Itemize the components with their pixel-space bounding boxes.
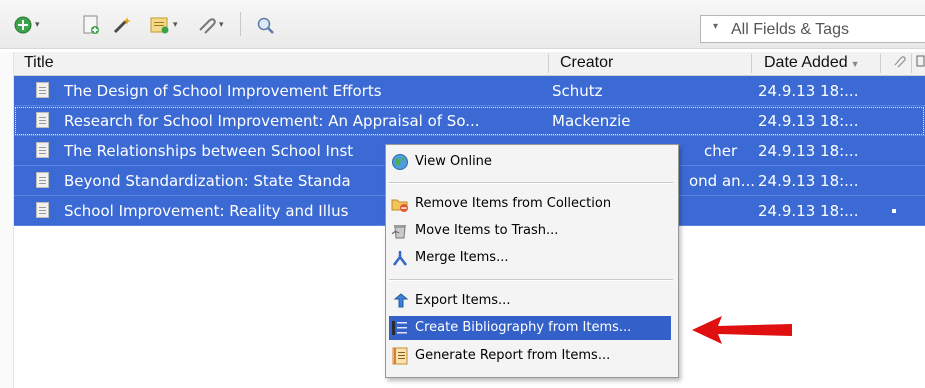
paperclip-icon xyxy=(199,18,216,34)
unread-dot-icon xyxy=(892,209,896,213)
row-date-added: 24.9.13 18:... xyxy=(758,82,859,100)
toolbar-separator xyxy=(240,12,241,36)
column-picker-icon[interactable] xyxy=(916,54,925,73)
menu-separator xyxy=(389,182,673,184)
new-note-dropdown-icon xyxy=(150,17,169,34)
menu-separator xyxy=(389,279,673,281)
globe-icon xyxy=(392,154,408,170)
new-note-button[interactable]: ▾ xyxy=(150,14,178,36)
row-date-added: 24.9.13 18:... xyxy=(758,172,859,190)
row-title: The Relationships between School Inst xyxy=(64,142,354,160)
menu-item-remove-from-collection[interactable]: Remove Items from Collection xyxy=(389,192,671,216)
items-list-header: Title Creator Date Added ▼ xyxy=(14,52,925,76)
menu-item-export-items[interactable]: Export Items... xyxy=(389,289,671,313)
menu-item-create-bibliography[interactable]: Create Bibliography from Items... xyxy=(389,316,671,340)
sort-descending-icon: ▼ xyxy=(850,59,860,69)
table-row[interactable]: Research for School Improvement: An Appr… xyxy=(14,106,925,136)
annotation-arrow-icon xyxy=(692,316,792,344)
lookup-button[interactable] xyxy=(112,14,134,36)
column-divider[interactable] xyxy=(751,54,752,73)
document-icon xyxy=(36,172,49,188)
chevron-down-icon: ▾ xyxy=(219,20,224,30)
search-input[interactable] xyxy=(729,17,923,43)
column-divider[interactable] xyxy=(548,54,549,73)
table-row[interactable]: The Design of School Improvement Efforts… xyxy=(14,76,925,106)
search-box: ▾ xyxy=(700,15,925,43)
wand-icon xyxy=(113,17,131,34)
menu-item-label: Generate Report from Items... xyxy=(415,348,611,363)
bibliography-list-icon xyxy=(392,321,407,335)
context-menu: View Online Remove Items from Collection… xyxy=(385,144,679,378)
folder-remove-icon xyxy=(391,199,408,212)
chevron-down-icon: ▾ xyxy=(35,20,40,30)
new-item-from-identifier-button[interactable] xyxy=(82,14,100,36)
row-creator: Mackenzie xyxy=(552,112,631,130)
export-arrow-icon xyxy=(393,293,409,308)
document-icon xyxy=(36,202,49,218)
row-title: School Improvement: Reality and Illus xyxy=(64,202,349,220)
menu-item-view-online[interactable]: View Online xyxy=(389,150,671,174)
column-divider[interactable] xyxy=(911,54,912,73)
search-mode-dropdown-icon[interactable]: ▾ xyxy=(713,21,718,32)
menu-item-generate-report[interactable]: Generate Report from Items... xyxy=(389,344,671,368)
column-header-title[interactable]: Title xyxy=(24,54,54,72)
toolbar: ▾ ▾ ▾ ▾ xyxy=(0,0,925,49)
row-creator: cher xyxy=(704,142,738,160)
menu-item-label: Remove Items from Collection xyxy=(415,196,612,211)
column-header-date-added-label: Date Added xyxy=(764,54,848,71)
menu-item-label: Merge Items... xyxy=(415,250,509,265)
menu-item-label: Export Items... xyxy=(415,293,511,308)
new-item-button[interactable]: ▾ xyxy=(14,14,40,36)
attachments-column-icon[interactable] xyxy=(892,54,906,73)
row-date-added: 24.9.13 18:... xyxy=(758,112,859,130)
column-divider[interactable] xyxy=(880,54,881,73)
menu-item-merge-items[interactable]: Merge Items... xyxy=(389,246,671,270)
column-header-date-added[interactable]: Date Added ▼ xyxy=(764,54,860,72)
document-icon xyxy=(36,142,49,158)
row-creator: Schutz xyxy=(552,82,603,100)
row-title: Beyond Standardization: State Standa xyxy=(64,172,351,190)
document-icon xyxy=(36,112,49,128)
trash-icon xyxy=(391,225,406,239)
merge-icon xyxy=(393,251,407,266)
menu-item-label: View Online xyxy=(415,154,492,169)
menu-item-move-to-trash[interactable]: Move Items to Trash... xyxy=(389,219,671,243)
row-date-added: 24.9.13 18:... xyxy=(758,202,859,220)
document-icon xyxy=(36,82,49,98)
report-icon xyxy=(392,347,408,365)
chevron-down-icon: ▾ xyxy=(173,20,178,30)
collections-pane-edge xyxy=(0,52,14,388)
attach-button[interactable]: ▾ xyxy=(196,14,224,36)
menu-item-label: Create Bibliography from Items... xyxy=(415,320,632,335)
row-title: Research for School Improvement: An Appr… xyxy=(64,112,480,130)
new-item-icon xyxy=(14,16,32,34)
row-date-added: 24.9.13 18:... xyxy=(758,142,859,160)
menu-item-label: Move Items to Trash... xyxy=(415,223,559,238)
page-add-icon xyxy=(83,15,99,34)
advanced-search-button[interactable] xyxy=(256,14,276,36)
row-creator: ond an... xyxy=(689,172,755,190)
magnifier-icon xyxy=(257,17,274,34)
row-title: The Design of School Improvement Efforts xyxy=(64,82,382,100)
column-header-creator[interactable]: Creator xyxy=(560,54,613,72)
